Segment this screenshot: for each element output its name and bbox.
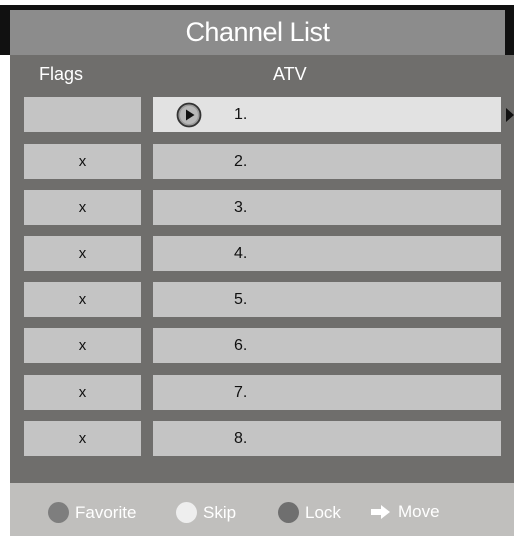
arrow-right-icon [371, 505, 390, 519]
channel-number: 4. [234, 245, 248, 262]
flag-cell[interactable]: x [24, 328, 141, 363]
channel-row[interactable]: 6. [153, 328, 501, 363]
play-icon [176, 102, 202, 128]
channel-list-screen: Channel List Flags ATV 1. x 2. x 3. x 4.… [0, 0, 514, 536]
channel-row[interactable]: 5. [153, 282, 501, 317]
frame-left [0, 5, 10, 55]
title-bar: Channel List [10, 10, 505, 55]
flag-cell[interactable]: x [24, 282, 141, 317]
channel-row[interactable]: 4. [153, 236, 501, 271]
channel-row[interactable]: 3. [153, 190, 501, 225]
legend-favorite-label: Favorite [75, 502, 137, 522]
channel-row[interactable]: 2. [153, 144, 501, 179]
legend-move-label: Move [398, 502, 440, 521]
legend-favorite[interactable]: Favorite [48, 502, 136, 523]
legend-move[interactable]: Move [371, 502, 440, 522]
channel-number: 5. [234, 291, 248, 308]
skip-dot-icon [176, 502, 197, 523]
channel-number: 2. [234, 153, 248, 170]
flag-cell[interactable] [24, 97, 141, 132]
flag-cell[interactable]: x [24, 190, 141, 225]
favorite-dot-icon [48, 502, 69, 523]
lock-dot-icon [278, 502, 299, 523]
channel-number: 1. [234, 106, 248, 123]
legend-lock-label: Lock [305, 502, 341, 522]
channel-number: 3. [234, 199, 248, 216]
column-header-atv: ATV [273, 64, 307, 84]
arrow-right-icon [506, 108, 514, 122]
channel-row[interactable]: 7. [153, 375, 501, 410]
channel-row-selected[interactable]: 1. [153, 97, 501, 132]
frame-right [505, 5, 514, 55]
legend-lock[interactable]: Lock [278, 502, 341, 523]
flag-cell[interactable]: x [24, 144, 141, 179]
column-header-flags: Flags [39, 64, 84, 84]
flag-cell[interactable]: x [24, 421, 141, 456]
flag-cell[interactable]: x [24, 236, 141, 271]
legend-skip[interactable]: Skip [176, 502, 236, 523]
channel-number: 8. [234, 430, 248, 447]
flag-cell[interactable]: x [24, 375, 141, 410]
page-title: Channel List [185, 17, 330, 47]
channel-number: 6. [234, 337, 248, 354]
legend-skip-label: Skip [203, 502, 237, 522]
channel-row[interactable]: 8. [153, 421, 501, 456]
channel-number: 7. [234, 384, 248, 401]
